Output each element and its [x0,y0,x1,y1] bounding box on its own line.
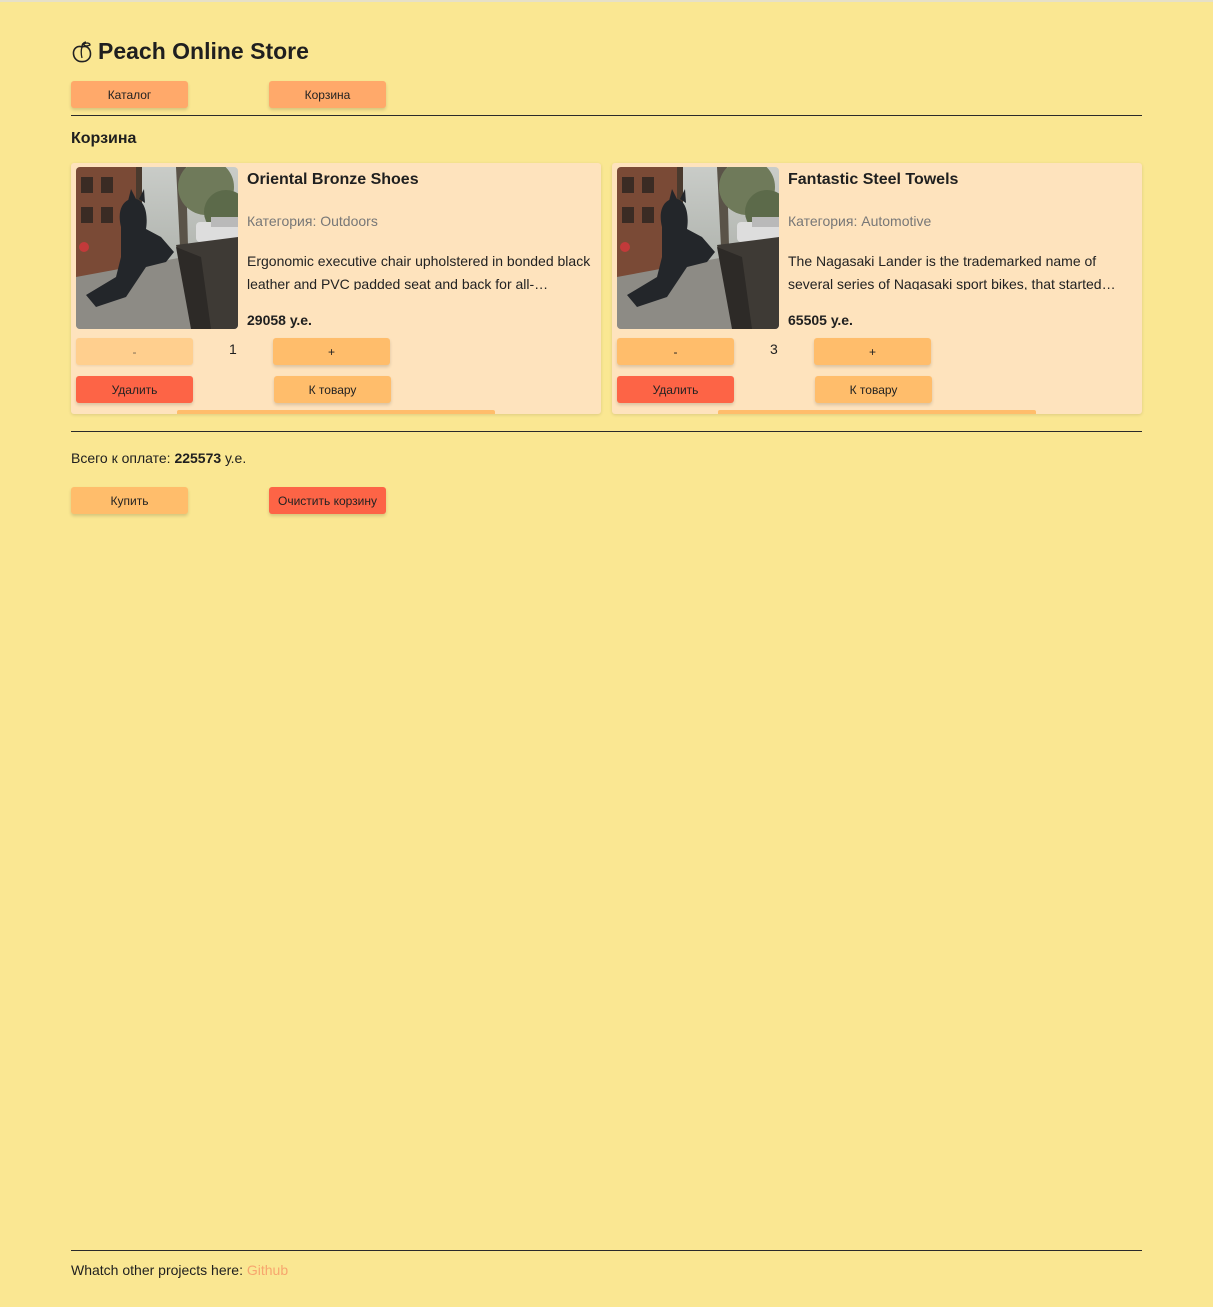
increase-quantity-button[interactable]: + [814,338,931,365]
product-category: Категория: Outdoors [247,213,378,229]
footer-text: Whatch other projects here: [71,1262,247,1278]
header-divider [71,115,1142,116]
total-label: Всего к оплате: [71,450,175,466]
clear-cart-button[interactable]: Очистить корзину [269,487,386,514]
product-image[interactable] [617,167,779,329]
increase-quantity-button[interactable]: + [273,338,390,365]
quantity-value: 1 [229,341,237,357]
delete-item-button[interactable]: Удалить [76,376,193,403]
delete-item-button[interactable]: Удалить [617,376,734,403]
github-link[interactable]: Github [247,1262,288,1278]
quantity-value: 3 [770,341,778,357]
buy-button[interactable]: Купить [71,487,188,514]
cart-heading: Корзина [71,130,137,147]
product-name[interactable]: Oriental Bronze Shoes [247,171,419,189]
cart-item-card: Oriental Bronze Shoes Категория: Outdoor… [71,163,601,414]
product-image[interactable] [76,167,238,329]
cart-divider [71,431,1142,432]
product-category: Категория: Automotive [788,213,932,229]
page-title: Peach Online Store [71,38,309,65]
product-price: 29058 у.е. [247,312,312,328]
peach-icon [71,40,93,63]
decrease-quantity-button[interactable]: - [76,338,193,365]
go-to-product-button[interactable]: К товару [274,376,391,403]
footer-divider [71,1250,1142,1251]
product-name[interactable]: Fantastic Steel Towels [788,171,958,189]
product-price: 65505 у.е. [788,312,853,328]
decrease-quantity-button[interactable]: - [617,338,734,365]
store-name: Peach Online Store [98,38,309,64]
horizontal-scrollbar[interactable] [177,410,495,414]
go-to-product-button[interactable]: К товару [815,376,932,403]
product-description: Ergonomic executive chair upholstered in… [247,253,591,290]
cart-total: Всего к оплате: 225573 у.е. [71,450,246,466]
total-amount: 225573 [174,450,222,466]
total-currency: у.е. [221,450,247,466]
nav-catalog-button[interactable]: Каталог [71,81,188,108]
horizontal-scrollbar[interactable] [718,410,1036,414]
product-description: The Nagasaki Lander is the trademarked n… [788,253,1116,290]
nav-cart-button[interactable]: Корзина [269,81,386,108]
cart-item-card: Fantastic Steel Towels Категория: Automo… [612,163,1142,414]
footer: Whatch other projects here: Github [71,1262,288,1278]
